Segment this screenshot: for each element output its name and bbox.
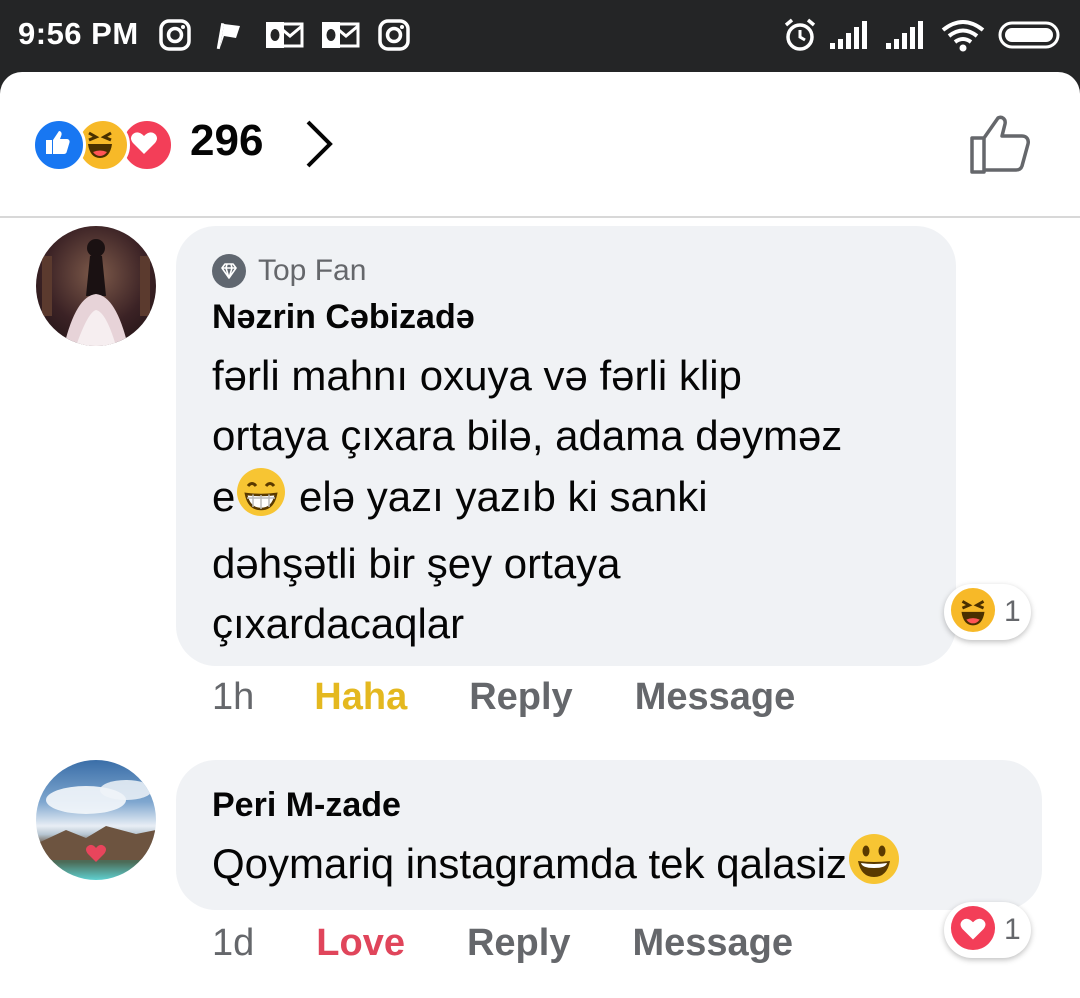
chevron-right-icon[interactable]	[302, 118, 336, 175]
comment-author[interactable]: Nəzrin Cəbizadə	[212, 298, 475, 337]
comment-line: fərli mahnı oxuya və fərli klip	[212, 352, 742, 399]
badge-label: Top Fan	[258, 254, 367, 287]
comment-text: Qoymariq instagramda tek qalasiz	[212, 832, 901, 902]
flag-icon	[214, 18, 244, 52]
reaction-chip-count: 1	[1004, 913, 1021, 946]
reaction-count[interactable]: 296	[190, 116, 263, 166]
reply-button[interactable]: Reply	[467, 922, 570, 965]
avatar[interactable]	[36, 226, 156, 346]
comment-author[interactable]: Peri M-zade	[212, 786, 401, 825]
message-button[interactable]: Message	[632, 922, 793, 965]
reply-button[interactable]: Reply	[469, 676, 572, 719]
outlook-icon	[264, 18, 304, 52]
status-time: 9:56 PM	[18, 16, 139, 51]
comment-timestamp: 1h	[212, 676, 255, 718]
love-reaction-button[interactable]: Love	[316, 922, 405, 965]
comment-line: ortaya çıxara bilə, adama dəyməz	[212, 412, 843, 459]
comment-reaction-chip[interactable]: 1	[944, 584, 1031, 640]
comment-line: dəhşətli bir şey ortaya	[212, 540, 621, 587]
signal-icon	[886, 18, 930, 52]
signal-icon	[830, 18, 874, 52]
comment-line: çıxardacaqlar	[212, 600, 465, 647]
reaction-chip-count: 1	[1004, 595, 1021, 628]
battery-icon	[998, 18, 1064, 52]
like-button[interactable]	[966, 112, 1034, 181]
comment-actions: 1d Love Reply Message	[212, 922, 793, 965]
instagram-icon	[377, 18, 411, 52]
comment-line: e elə yazı yazıb ki sanki	[212, 466, 932, 534]
grinning-squint-emoji-icon	[235, 466, 287, 534]
wifi-icon	[940, 18, 986, 52]
avatar[interactable]	[36, 760, 156, 880]
reactions-sheet: 296 Top Fan Nəzrin Cəbizadə fərli mahnı …	[0, 72, 1080, 998]
haha-reaction-button[interactable]: Haha	[314, 676, 407, 719]
thumbs-up-outline-icon	[970, 115, 1030, 174]
comment-bubble[interactable]: Top Fan Nəzrin Cəbizadə fərli mahnı oxuy…	[176, 226, 956, 666]
like-reaction-icon	[32, 118, 86, 172]
love-reaction-icon	[950, 905, 996, 956]
grinning-emoji-icon	[847, 832, 901, 902]
alarm-icon	[782, 18, 818, 52]
diamond-icon	[212, 254, 246, 288]
top-fan-badge: Top Fan	[212, 254, 366, 288]
comment-timestamp: 1d	[212, 922, 255, 964]
reactions-summary[interactable]: 296	[0, 72, 1080, 218]
outlook-icon	[320, 18, 360, 52]
instagram-icon	[158, 18, 192, 52]
comment-bubble[interactable]: Peri M-zade Qoymariq instagramda tek qal…	[176, 760, 1042, 910]
reaction-icons	[32, 118, 174, 172]
comment-reaction-chip[interactable]: 1	[944, 902, 1031, 958]
status-bar: 9:56 PM	[0, 0, 1080, 72]
message-button[interactable]: Message	[635, 676, 796, 719]
haha-reaction-icon	[950, 587, 996, 638]
comment-actions: 1h Haha Reply Message	[212, 676, 795, 719]
comment-text: fərli mahnı oxuya və fərli klip ortaya ç…	[212, 346, 932, 654]
